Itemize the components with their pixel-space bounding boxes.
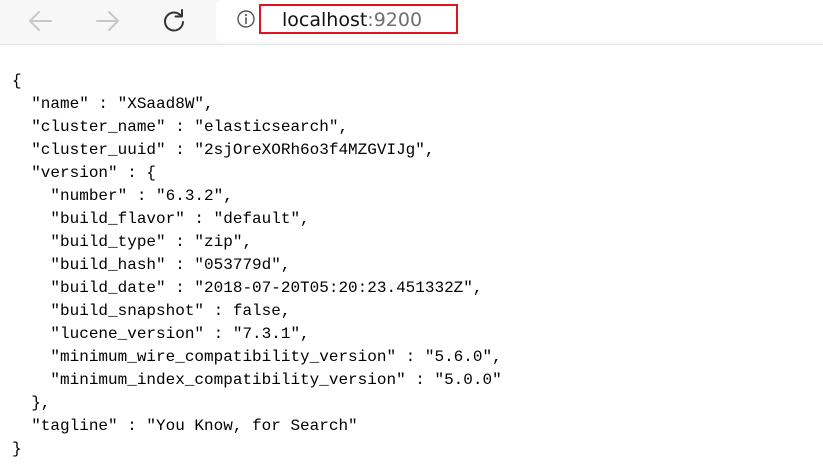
json-line: }, — [12, 394, 51, 412]
arrow-left-icon — [29, 11, 52, 31]
json-line: "number" : "6.3.2", — [12, 187, 233, 205]
url-port: :9200 — [367, 9, 423, 31]
json-line: "cluster_uuid" : "2sjOreXORh6o3f4MZGVIJg… — [12, 141, 435, 159]
url-text[interactable]: localhost:9200 — [282, 8, 422, 32]
json-line: "lucene_version" : "7.3.1", — [12, 325, 310, 343]
url-host: localhost — [282, 9, 368, 31]
json-line: "cluster_name" : "elasticsearch", — [12, 118, 349, 136]
json-line: "minimum_wire_compatibility_version" : "… — [12, 348, 502, 366]
json-line: "version" : { — [12, 164, 157, 182]
json-line: "minimum_index_compatibility_version" : … — [12, 371, 502, 389]
json-line: "build_hash" : "053779d", — [12, 256, 291, 274]
json-response: { "name" : "XSaad8W", "cluster_name" : "… — [12, 70, 502, 461]
address-bar[interactable]: localhost:9200 — [216, 0, 823, 42]
json-line: "build_date" : "2018-07-20T05:20:23.4513… — [12, 279, 483, 297]
json-line: } — [12, 440, 22, 458]
json-line: { — [12, 72, 22, 90]
arrow-right-icon — [96, 11, 119, 31]
json-line: "name" : "XSaad8W", — [12, 95, 214, 113]
browser-toolbar: localhost:9200 — [0, 0, 823, 45]
forward-button[interactable] — [90, 4, 126, 38]
json-line: "tagline" : "You Know, for Search" — [12, 417, 358, 435]
reload-button[interactable] — [156, 4, 192, 38]
json-line: "build_type" : "zip", — [12, 233, 253, 251]
json-line: "build_flavor" : "default", — [12, 210, 310, 228]
back-button[interactable] — [22, 4, 58, 38]
info-icon[interactable] — [237, 10, 255, 28]
reload-icon — [164, 9, 184, 32]
json-line: "build_snapshot" : false, — [12, 302, 291, 320]
